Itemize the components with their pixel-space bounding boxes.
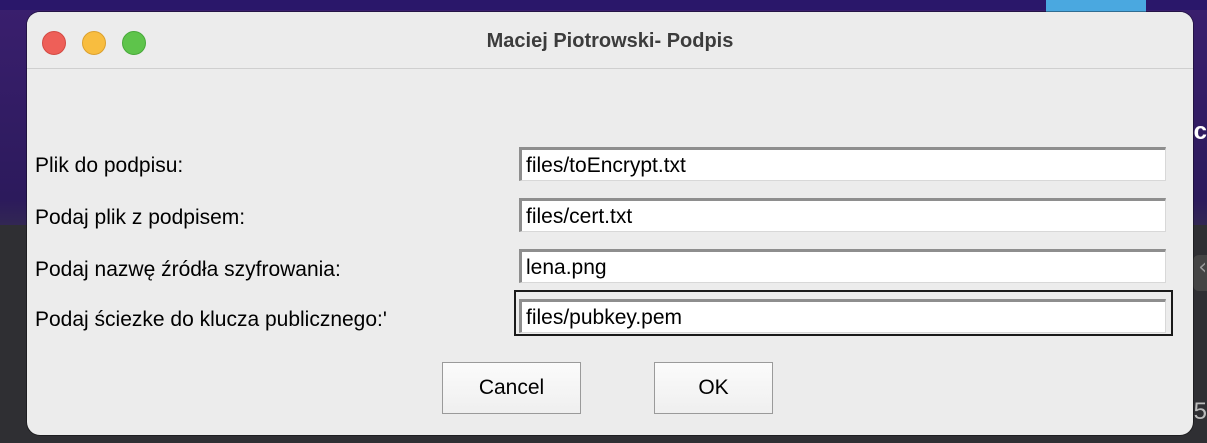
encryption-source-input[interactable]: lena.png xyxy=(519,249,1166,283)
background-app-top xyxy=(0,0,1207,10)
dialog-window: Maciej Piotrowski- Podpis Plik do podpis… xyxy=(27,12,1193,435)
file-to-sign-input[interactable]: files/toEncrypt.txt xyxy=(519,147,1166,181)
background-partial-number: 5 xyxy=(1193,398,1207,425)
encryption-source-label: Podaj nazwę źródła szyfrowania: xyxy=(35,258,341,281)
cancel-button[interactable]: Cancel xyxy=(442,362,581,414)
background-partial-text: c xyxy=(1193,118,1207,145)
public-key-path-label: Podaj ściezke do klucza publicznego:' xyxy=(35,308,387,331)
ok-button[interactable]: OK xyxy=(654,362,773,414)
background-chevron-icon: ‹ xyxy=(1193,255,1207,291)
public-key-path-input[interactable]: files/pubkey.pem xyxy=(519,299,1166,333)
signature-file-input[interactable]: files/cert.txt xyxy=(519,198,1166,232)
signature-file-label: Podaj plik z podpisem: xyxy=(35,206,246,229)
background-accent xyxy=(1046,0,1146,12)
title-bar: Maciej Piotrowski- Podpis xyxy=(27,12,1193,69)
file-to-sign-label: Plik do podpisu: xyxy=(35,154,184,177)
window-title: Maciej Piotrowski- Podpis xyxy=(486,30,734,52)
